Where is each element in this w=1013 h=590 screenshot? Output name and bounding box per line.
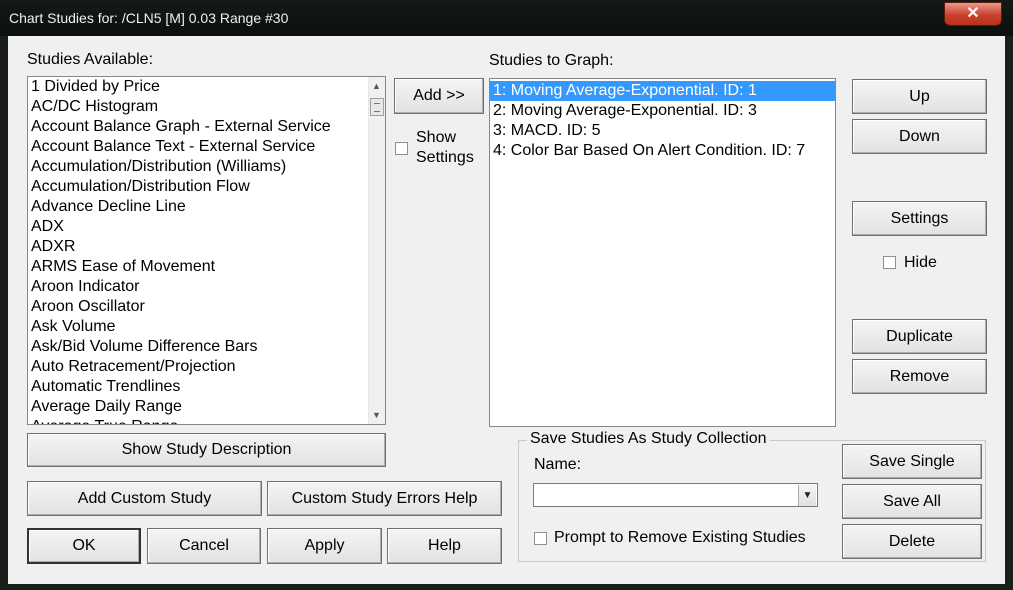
save-all-label: Save All [883,492,941,510]
hide-label: Hide [904,254,937,271]
down-button-label: Down [899,127,940,145]
prompt-remove-label: Prompt to Remove Existing Studies [554,529,806,546]
show-study-description-label: Show Study Description [121,441,292,458]
ok-button[interactable]: OK [27,528,141,564]
list-item[interactable]: 3: MACD. ID: 5 [490,121,835,141]
studies-to-graph-items: 1: Moving Average-Exponential. ID: 1 2: M… [490,79,835,161]
scroll-down-icon[interactable]: ▼ [372,410,381,420]
list-item[interactable]: Average True Range [28,417,385,424]
hide-checkbox[interactable] [883,256,896,269]
list-item[interactable]: 4: Color Bar Based On Alert Condition. I… [490,141,835,161]
studies-to-graph-label: Studies to Graph: [489,52,614,69]
ok-button-label: OK [72,537,96,554]
show-settings-label-line1: Show [416,129,457,146]
up-button-label: Up [909,87,930,105]
delete-label: Delete [888,532,936,550]
settings-button-label: Settings [890,209,949,227]
name-label: Name: [534,456,582,473]
cancel-button-label: Cancel [179,537,229,554]
apply-button[interactable]: Apply [267,528,382,564]
list-item[interactable]: Accumulation/Distribution Flow [28,177,385,197]
add-custom-study-button[interactable]: Add Custom Study [27,481,262,516]
duplicate-button[interactable]: Duplicate [852,319,987,354]
scroll-up-icon[interactable]: ▲ [372,81,381,91]
list-item[interactable]: Ask Volume [28,317,385,337]
cancel-button[interactable]: Cancel [147,528,261,564]
down-button[interactable]: Down [852,119,987,154]
show-settings-label-line2: Settings [416,149,474,166]
help-button[interactable]: Help [387,528,502,564]
dialog-body: Studies Available: 1 Divided by Price AC/… [8,36,1005,584]
list-item[interactable]: Ask/Bid Volume Difference Bars [28,337,385,357]
save-single-button[interactable]: Save Single [842,444,982,479]
save-collection-title: Save Studies As Study Collection [527,430,770,448]
list-item[interactable]: Account Balance Text - External Service [28,137,385,157]
list-item[interactable]: ADX [28,217,385,237]
delete-button[interactable]: Delete [842,524,982,559]
list-item[interactable]: 1 Divided by Price [28,77,385,97]
duplicate-button-label: Duplicate [886,327,953,345]
studies-available-list[interactable]: 1 Divided by Price AC/DC Histogram Account… [27,76,386,425]
show-settings-checkbox[interactable] [395,142,408,155]
studies-to-graph-list[interactable]: 1: Moving Average-Exponential. ID: 1 2: M… [489,78,836,427]
up-button[interactable]: Up [852,79,987,114]
custom-study-errors-help-button[interactable]: Custom Study Errors Help [267,481,502,516]
studies-available-scrollbar[interactable]: ▲ ▼ [368,77,385,424]
settings-button[interactable]: Settings [852,201,987,236]
list-item[interactable]: ADXR [28,237,385,257]
prompt-remove-checkbox[interactable] [534,532,547,545]
apply-button-label: Apply [304,537,345,554]
help-button-label: Help [428,537,461,554]
show-study-description-button[interactable]: Show Study Description [27,433,386,467]
list-item[interactable]: 2: Moving Average-Exponential. ID: 3 [490,101,835,121]
list-item[interactable]: Accumulation/Distribution (Williams) [28,157,385,177]
list-item[interactable]: 1: Moving Average-Exponential. ID: 1 [490,81,835,101]
add-custom-study-label: Add Custom Study [77,489,212,507]
list-item[interactable]: ARMS Ease of Movement [28,257,385,277]
list-item[interactable]: Automatic Trendlines [28,377,385,397]
save-single-label: Save Single [869,452,955,470]
scroll-thumb[interactable] [370,98,384,116]
remove-button[interactable]: Remove [852,359,987,394]
title-bar: Chart Studies for: /CLN5 [M] 0.03 Range … [0,0,1013,36]
save-all-button[interactable]: Save All [842,484,982,519]
list-item[interactable]: Average Daily Range [28,397,385,417]
close-icon: ✕ [966,5,980,22]
remove-button-label: Remove [889,367,950,385]
studies-available-items: 1 Divided by Price AC/DC Histogram Account… [28,77,385,424]
add-button-label: Add >> [413,87,465,104]
list-item[interactable]: Aroon Indicator [28,277,385,297]
name-combobox[interactable]: ▼ [533,483,818,507]
list-item[interactable]: Advance Decline Line [28,197,385,217]
list-item[interactable]: Account Balance Graph - External Service [28,117,385,137]
list-item[interactable]: Aroon Oscillator [28,297,385,317]
custom-study-errors-help-label: Custom Study Errors Help [291,489,478,507]
list-item[interactable]: Auto Retracement/Projection [28,357,385,377]
window-title: Chart Studies for: /CLN5 [M] 0.03 Range … [9,10,289,26]
close-button[interactable]: ✕ [944,2,1002,26]
list-item[interactable]: AC/DC Histogram [28,97,385,117]
chevron-down-icon[interactable]: ▼ [798,485,816,506]
studies-available-label: Studies Available: [27,51,154,68]
add-button[interactable]: Add >> [394,78,484,114]
